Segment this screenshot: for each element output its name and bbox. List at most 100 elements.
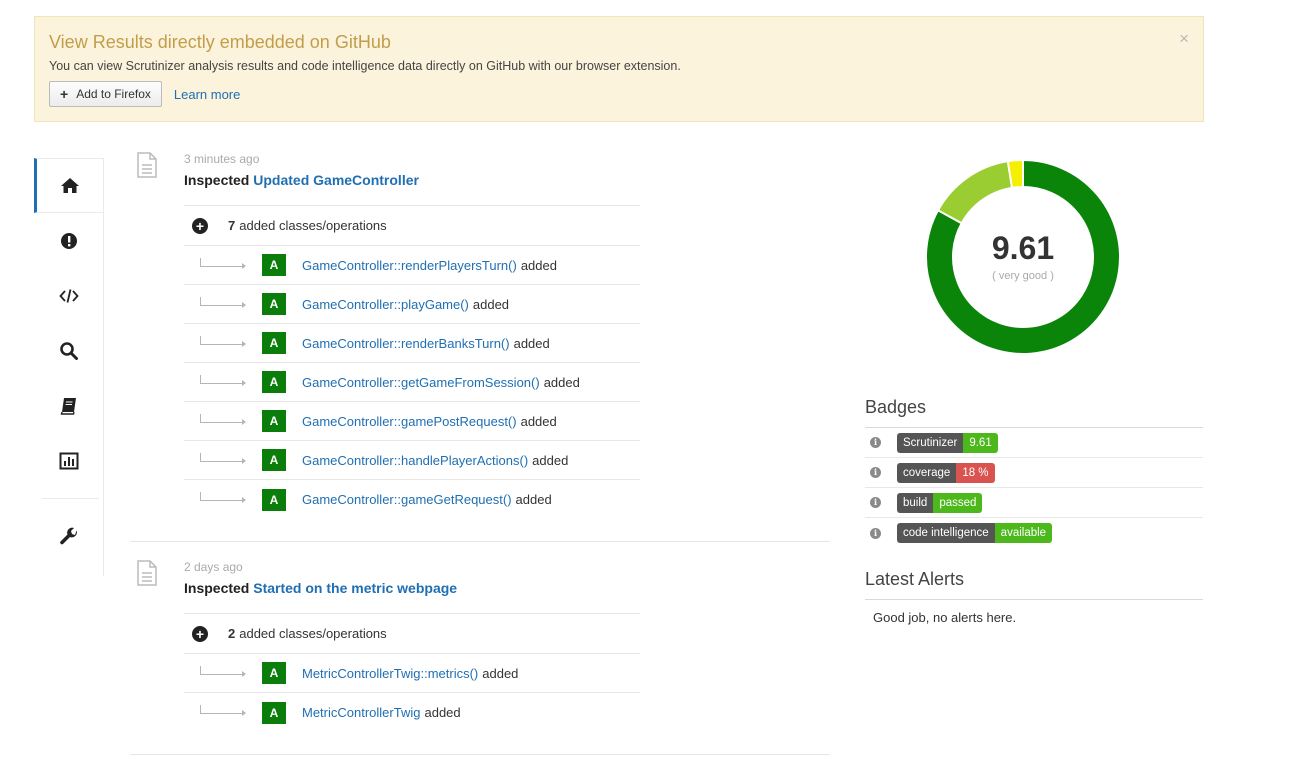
operation-link[interactable]: GameController::renderPlayersTurn() [302,258,517,273]
timeline-entry: 3 minutes ago Inspected Updated GameCont… [130,152,830,532]
operation-status: added [515,492,552,507]
operation-row: A GameController::handlePlayerActions() … [184,441,640,480]
inspection-link[interactable]: Started on the metric webpage [253,580,457,596]
add-to-firefox-label: Add to Firefox [76,87,151,101]
operation-status: added [543,374,580,390]
badge-row: i build passed [865,488,1203,518]
alerts-divider [865,599,1203,600]
added-badge: A [262,701,286,724]
change-count: 7 [228,218,236,233]
added-badge: A [262,662,286,684]
added-badge: A [262,254,286,276]
entry-prefix: Inspected [184,172,250,188]
connector-arrow-icon [184,402,262,441]
operation-link[interactable]: GameController::playGame() [302,297,469,312]
alerts-title: Latest Alerts [865,569,965,589]
entry-timestamp: 3 minutes ago [184,152,260,166]
connector-arrow-icon [184,693,262,732]
quality-score: 9.61 ( very good ) [924,158,1122,356]
wrench-icon [59,527,77,544]
operation-link[interactable]: GameController::gameGetRequest() [302,492,512,507]
learn-more-link[interactable]: Learn more [174,87,240,102]
timeline-entry: 2 days ago Inspected Started on the metr… [130,560,830,750]
operation-link[interactable]: GameController::getGameFromSession() [302,375,540,390]
entry-prefix: Inspected [184,580,250,596]
operation-status: added [424,705,461,720]
scrutinizer-badge[interactable]: Scrutinizer 9.61 [897,432,998,453]
badge-row: i coverage 18 % [865,458,1203,488]
issues-icon [60,232,77,249]
sidebar-nav [34,158,104,576]
operation-link[interactable]: GameController::renderBanksTurn() [302,336,510,351]
close-icon[interactable]: × [1179,29,1189,49]
build-badge[interactable]: build passed [897,492,983,513]
badge-key: coverage [897,462,957,483]
operation-row: A GameController::playGame() added [184,285,640,324]
operation-status: added [482,665,519,681]
operation-row: A GameController::gamePostRequest() adde… [184,402,640,441]
badge-key: Scrutinizer [897,432,964,453]
connector-arrow-icon [184,246,262,285]
nav-item-settings[interactable] [34,509,103,564]
nav-item-code[interactable] [34,268,103,323]
code-intelligence-badge[interactable]: code intelligence available [897,523,1053,543]
nav-item-issues[interactable] [34,213,103,268]
nav-item-search[interactable] [34,323,103,378]
added-badge: A [262,449,286,471]
operation-status: added [520,257,557,273]
operation-link[interactable]: GameController::handlePlayerActions() [302,453,528,468]
badge-value: passed [933,492,983,513]
operation-status: added [520,413,557,429]
entry-title: Inspected Started on the metric webpage [184,580,457,596]
connector-arrow-icon [184,324,262,363]
add-to-firefox-button[interactable]: + Add to Firefox [49,81,162,107]
badge-value: 9.61 [963,432,998,453]
banner-actions: + Add to Firefox Learn more [49,81,1189,107]
operation-link[interactable]: MetricControllerTwig [302,705,420,720]
change-summary[interactable]: + 2 added classes/operations [184,613,640,654]
operation-link[interactable]: MetricControllerTwig::metrics() [302,666,478,681]
change-summary[interactable]: + 7 added classes/operations [184,205,640,246]
inspection-link[interactable]: Updated GameController [253,172,419,188]
operation-status: added [513,335,550,351]
timeline-divider [130,754,830,755]
badge-key: build [897,492,934,513]
operation-row: A GameController::gameGetRequest() added [184,480,640,519]
added-badge: A [262,488,286,511]
operation-status: added [532,452,569,468]
extension-banner: View Results directly embedded on GitHub… [34,16,1204,122]
info-icon[interactable]: i [870,497,881,508]
operation-row: A MetricControllerTwig::metrics() added [184,654,640,693]
added-badge: A [262,371,286,393]
timeline-divider [130,541,830,542]
expand-icon: + [192,625,208,642]
banner-text: You can view Scrutinizer analysis result… [49,59,681,73]
nav-item-statistics[interactable] [34,433,103,488]
operation-row: A MetricControllerTwig added [184,693,640,732]
info-icon[interactable]: i [870,467,881,478]
coverage-badge[interactable]: coverage 18 % [897,462,995,483]
alerts-message: Good job, no alerts here. [873,610,1017,625]
connector-arrow-icon [184,480,262,519]
nav-item-home[interactable] [34,158,103,213]
chart-icon [59,452,78,469]
badge-key: code intelligence [897,523,995,543]
book-icon [60,397,76,415]
change-summary-text: added classes/operations [239,626,387,641]
entry-title: Inspected Updated GameController [184,172,419,188]
plus-icon: + [60,86,69,102]
home-icon [61,177,79,193]
banner-title: View Results directly embedded on GitHub [49,32,391,52]
added-badge: A [262,410,286,432]
code-icon [58,288,79,303]
operation-link[interactable]: GameController::gamePostRequest() [302,414,517,429]
info-icon[interactable]: i [870,527,881,539]
connector-arrow-icon [184,441,262,480]
nav-divider [42,498,99,499]
added-badge: A [262,332,286,354]
info-icon[interactable]: i [870,437,881,448]
operation-row: A GameController::getGameFromSession() a… [184,363,640,402]
change-count: 2 [228,626,236,641]
nav-item-docs[interactable] [34,378,103,433]
connector-arrow-icon [184,654,262,693]
